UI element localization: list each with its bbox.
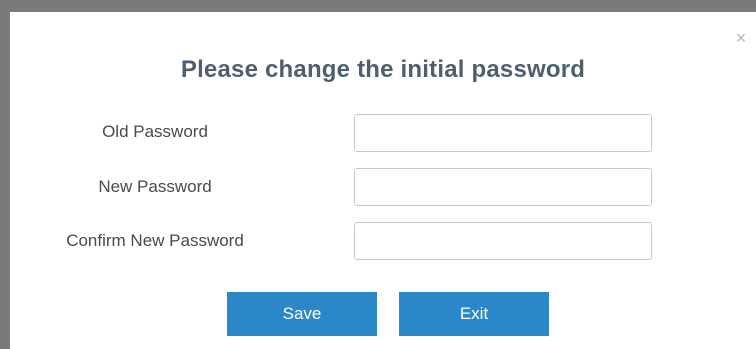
backdrop-overlay-top [0,0,756,12]
change-password-dialog: × Please change the initial password Old… [10,12,756,349]
close-icon[interactable]: × [733,29,749,47]
new-password-label: New Password [98,177,212,196]
backdrop-overlay-left [0,0,10,349]
exit-button[interactable]: Exit [399,292,549,336]
new-password-field[interactable] [354,168,652,206]
confirm-new-password-field[interactable] [354,222,652,260]
old-password-field[interactable] [354,114,652,152]
old-password-label: Old Password [102,122,208,141]
dialog-title: Please change the initial password [180,56,586,83]
confirm-new-password-label: Confirm New Password [66,231,244,250]
save-button[interactable]: Save [227,292,377,336]
